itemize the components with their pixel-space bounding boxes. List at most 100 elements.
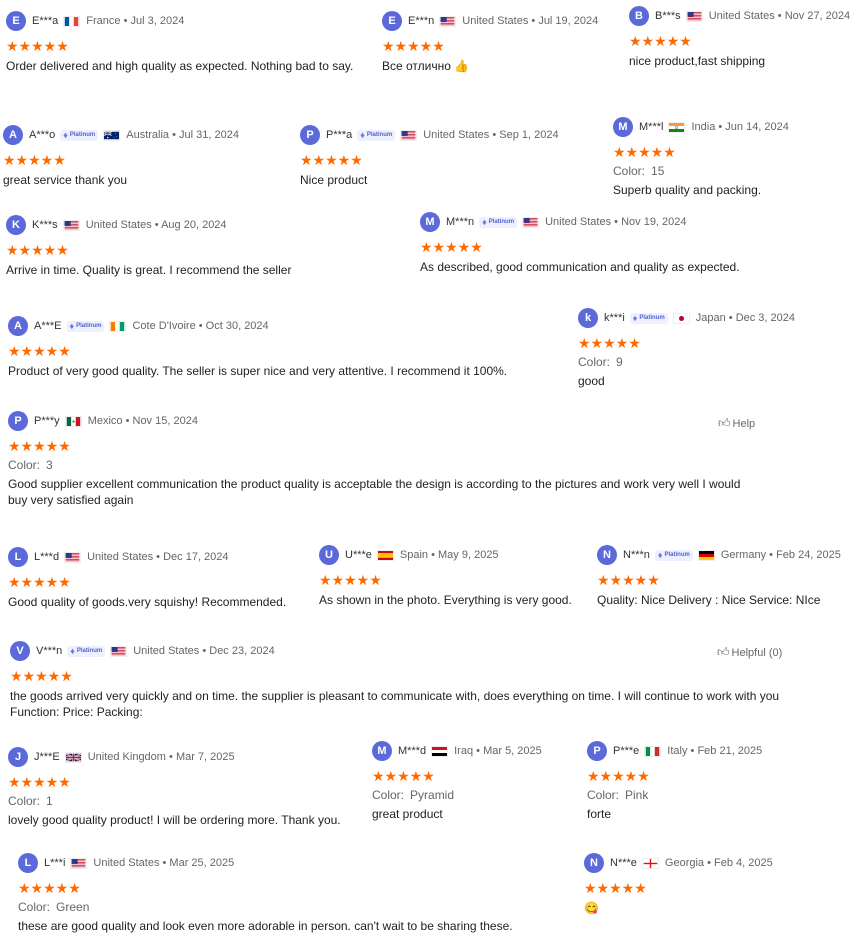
review-text: 😋 — [584, 901, 599, 915]
review-header: M M***d Iraq • Mar 5, 2025 — [372, 740, 582, 762]
review-card: U U***e Spain • May 9, 2025 ★★★★★ As shown … — [319, 544, 594, 608]
reviewer-name: M***l — [639, 121, 664, 133]
avatar: L — [18, 853, 38, 873]
color-variant: Color: Pyramid — [372, 788, 455, 802]
star-rating: ★★★★★ — [420, 239, 483, 255]
review-meta: United States • Nov 27, 2024 — [708, 10, 851, 22]
star-rating: ★★★★★ — [8, 574, 71, 590]
platinum-badge: ♦ Platinum — [66, 320, 105, 332]
reviewer-name: k***i — [604, 312, 625, 324]
reviewer-name: J***E — [34, 751, 60, 763]
diamond-icon: ♦ — [632, 312, 638, 323]
review-header: P P***y Mexico • Nov 15, 2024 — [8, 410, 758, 432]
us-flag-icon — [70, 857, 88, 869]
review-meta: Australia • Jul 31, 2024 — [126, 129, 239, 141]
reviewer-name: N***n — [623, 549, 650, 561]
platinum-badge: ♦ Platinum — [654, 549, 693, 561]
reviewer-name: K***s — [32, 219, 58, 231]
italy-flag-icon — [644, 745, 662, 757]
review-card: E E***n United States • Jul 19, 2024 ★★★★★… — [382, 10, 622, 74]
review-card: M M***l India • Jun 14, 2024 ★★★★★ Color: 15… — [613, 116, 863, 198]
diamond-icon: ♦ — [360, 129, 365, 140]
review-header: J J***E United Kingdom • Mar 7, 2025 — [8, 746, 368, 768]
us-flag-icon — [110, 645, 128, 657]
review-header: N N***e Georgia • Feb 4, 2025 — [584, 852, 854, 874]
review-text: lovely good quality product! I will be o… — [8, 813, 341, 827]
platinum-badge: ♦ Platinum — [357, 129, 396, 141]
review-meta: United Kingdom • Mar 7, 2025 — [87, 751, 235, 763]
australia-flag-icon — [103, 129, 121, 141]
review-meta: Italy • Feb 21, 2025 — [667, 745, 763, 757]
avatar: E — [382, 11, 402, 31]
avatar: P — [8, 411, 28, 431]
review-meta: United States • Mar 25, 2025 — [93, 857, 235, 869]
review-card: J J***E United Kingdom • Mar 7, 2025 ★★★★★… — [8, 746, 368, 828]
review-text: great service thank you — [3, 173, 128, 187]
review-header: A A***E ♦ Platinum Cote D'Ivoire • Oct 30, … — [8, 315, 568, 337]
review-meta: Cote D'Ivoire • Oct 30, 2024 — [132, 320, 269, 332]
review-meta: Iraq • Mar 5, 2025 — [454, 745, 542, 757]
iraq-flag-icon — [431, 745, 449, 757]
us-flag-icon — [62, 219, 80, 231]
avatar: P — [587, 741, 607, 761]
review-header: K K***s United States • Aug 20, 2024 — [6, 214, 406, 236]
reviewer-name: P***a — [326, 129, 353, 141]
star-rating: ★★★★★ — [8, 438, 71, 454]
color-variant: Color: 1 — [8, 794, 53, 808]
avatar: K — [6, 215, 26, 235]
reviewer-name: M***n — [446, 216, 475, 228]
cote-divoire-flag-icon — [109, 320, 127, 332]
avatar: M — [613, 117, 633, 137]
review-header: N N***n ♦ Platinum Germany • Feb 24, 2025 — [597, 544, 862, 566]
thumbs-up-icon: 👍︎ — [718, 416, 731, 430]
diamond-icon: ♦ — [657, 549, 663, 560]
review-text: the goods arrived very quickly and on ti… — [10, 689, 780, 719]
reviewer-name: P***e — [613, 745, 640, 757]
reviewer-name: A***o — [29, 129, 56, 141]
review-header: E E***a France • Jul 3, 2024 — [6, 10, 386, 32]
avatar: N — [597, 545, 617, 565]
color-variant: Color: Green — [18, 900, 90, 914]
review-card: E E***a France • Jul 3, 2024 ★★★★★ Order de… — [6, 10, 386, 74]
review-text: Arrive in time. Quality is great. I reco… — [6, 263, 292, 277]
platinum-badge: ♦ Platinum — [479, 216, 518, 228]
spain-flag-icon — [376, 549, 394, 561]
mexico-flag-icon — [64, 415, 82, 427]
uk-flag-icon — [64, 751, 82, 763]
platinum-badge: ♦ Platinum — [60, 129, 99, 141]
reviewer-name: M***d — [398, 745, 427, 757]
avatar: M — [372, 741, 392, 761]
review-text: Quality: Nice Delivery : Nice Service: N… — [597, 593, 821, 607]
review-meta: United States • Aug 20, 2024 — [85, 219, 227, 231]
review-header: E E***n United States • Jul 19, 2024 — [382, 10, 622, 32]
review-card: K K***s United States • Aug 20, 2024 ★★★★★… — [6, 214, 406, 278]
reviewer-name: V***n — [36, 645, 63, 657]
reviewer-name: B***s — [655, 10, 681, 22]
review-header: P P***e Italy • Feb 21, 2025 — [587, 740, 857, 762]
review-text: As described, good communication and qua… — [420, 260, 740, 274]
review-meta: Spain • May 9, 2025 — [399, 549, 499, 561]
avatar: J — [8, 747, 28, 767]
star-rating: ★★★★★ — [629, 33, 692, 49]
color-variant: Color: 9 — [578, 355, 623, 369]
review-text: Good supplier excellent communication th… — [8, 477, 741, 507]
review-meta: United States • Sep 1, 2024 — [423, 129, 559, 141]
georgia-flag-icon — [641, 857, 659, 869]
star-rating: ★★★★★ — [18, 880, 81, 896]
star-rating: ★★★★★ — [10, 668, 73, 684]
review-header: B B***s United States • Nov 27, 2024 — [629, 5, 859, 27]
platinum-badge: ♦ Platinum — [629, 312, 668, 324]
helpful-button[interactable]: 👍︎ Helpful (0) — [717, 645, 782, 660]
review-card: k k***i ♦ Platinum Japan • Dec 3, 2024 ★★★★★… — [578, 307, 858, 389]
helpful-button[interactable]: 👍︎ Help — [718, 416, 755, 431]
review-card: P P***e Italy • Feb 21, 2025 ★★★★★ Color: Pi… — [587, 740, 857, 822]
japan-flag-icon — [672, 312, 690, 324]
review-meta: India • Jun 14, 2024 — [691, 121, 789, 133]
avatar: A — [8, 316, 28, 336]
star-rating: ★★★★★ — [372, 768, 435, 784]
review-text: Nice product — [300, 173, 368, 187]
review-card: M M***n ♦ Platinum United States • Nov 19, … — [420, 211, 860, 275]
review-text: forte — [587, 807, 612, 821]
review-text: As shown in the photo. Everything is ver… — [319, 593, 572, 607]
review-text: these are good quality and look even mor… — [18, 919, 513, 933]
